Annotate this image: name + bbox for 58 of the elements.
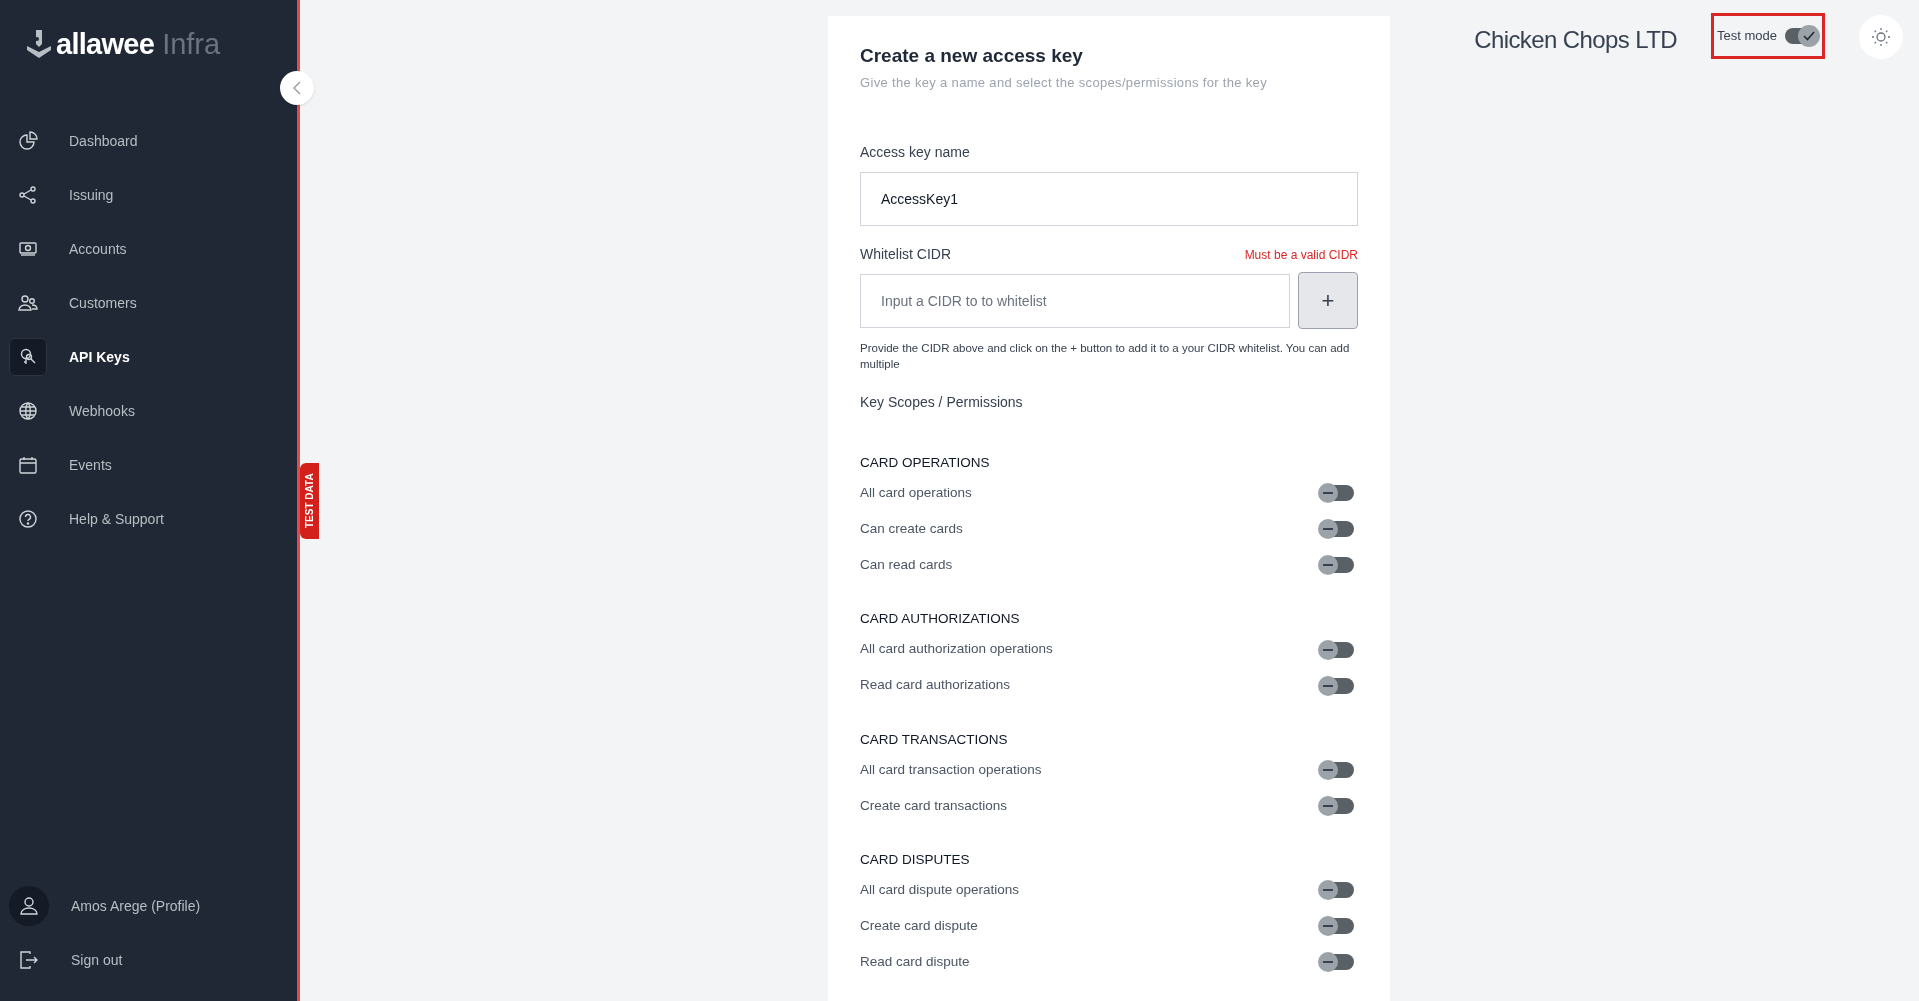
collapse-button[interactable] bbox=[280, 71, 314, 105]
brand-name: allawee bbox=[56, 29, 155, 59]
logo-icon bbox=[26, 28, 52, 60]
scope-toggle[interactable] bbox=[1320, 521, 1354, 538]
nav-item[interactable]: Customers bbox=[0, 276, 297, 330]
scope-label: Read card authorizations bbox=[860, 676, 1011, 695]
scope-label: All card authorization operations bbox=[860, 640, 1053, 659]
avatar-icon bbox=[9, 886, 49, 926]
scope-label: All card dispute operations bbox=[860, 880, 1020, 899]
scope-label: All card operations bbox=[860, 484, 972, 503]
brand-suffix: Infra bbox=[162, 29, 221, 59]
scope-toggle[interactable] bbox=[1320, 797, 1354, 814]
scope-toggle[interactable] bbox=[1320, 918, 1354, 934]
help-text: Provide the CIDR above and click on the + button to add it to a your CIDR whitelist. You can add multiple bbox=[860, 341, 1351, 372]
chevron-left-icon bbox=[292, 81, 302, 95]
error-message: Must be a valid CIDR bbox=[1244, 246, 1358, 264]
add-button[interactable]: + bbox=[1298, 272, 1358, 329]
cidr-field[interactable]: Input a CIDR to to whitelist bbox=[860, 274, 1290, 328]
scope-label: Create card dispute bbox=[860, 916, 978, 935]
theme-button[interactable] bbox=[1859, 15, 1903, 59]
scopes-heading: Key Scopes / Permissions bbox=[860, 393, 1024, 412]
form-subtitle: Give the key a name and select the scopes/permissions for the key bbox=[860, 73, 1268, 92]
profile-link[interactable]: Amos Arege (Profile) bbox=[0, 879, 297, 933]
form-title: Create a new access key bbox=[860, 44, 1084, 68]
nav-item[interactable]: Webhooks bbox=[0, 384, 297, 438]
sign-out-icon bbox=[19, 950, 39, 970]
scope-label: Can read cards bbox=[860, 556, 953, 575]
nav-item[interactable]: Issuing bbox=[0, 168, 297, 222]
nav-item[interactable]: Events bbox=[0, 438, 297, 492]
company-name: Chicken Chops LTD bbox=[1474, 25, 1677, 55]
scope-label: Read card dispute bbox=[860, 952, 970, 971]
scope-label: All card transaction operations bbox=[860, 760, 1042, 779]
scope-toggle[interactable] bbox=[1320, 641, 1354, 658]
field-label: Whitelist CIDR bbox=[860, 245, 951, 264]
scope-label: Can create cards bbox=[860, 520, 963, 539]
sun-icon bbox=[1871, 27, 1891, 47]
scope-toggle[interactable] bbox=[1320, 882, 1354, 898]
scope-toggle[interactable] bbox=[1320, 557, 1354, 574]
section-heading: CARD AUTHORIZATIONS bbox=[860, 610, 1021, 629]
scope-toggle[interactable] bbox=[1320, 677, 1354, 694]
section-heading: CARD DISPUTES bbox=[860, 850, 971, 869]
section-heading: CARD OPERATIONS bbox=[860, 454, 991, 472]
nav-item[interactable]: API Keys bbox=[0, 330, 297, 384]
key-icon bbox=[9, 338, 47, 376]
scope-label: Create card transactions bbox=[860, 796, 1008, 815]
field-label: Access key name bbox=[860, 143, 971, 162]
scope-toggle[interactable] bbox=[1320, 485, 1354, 502]
nav-item[interactable]: Dashboard bbox=[0, 114, 297, 168]
access-key-name-field[interactable]: AccessKey1 bbox=[860, 172, 1358, 226]
test-mode-toggle[interactable] bbox=[1785, 28, 1819, 44]
sign-out-link[interactable]: Sign out bbox=[0, 933, 297, 987]
nav-item[interactable]: Accounts bbox=[0, 222, 297, 276]
section-heading: CARD TRANSACTIONS bbox=[860, 730, 1009, 749]
scope-toggle[interactable] bbox=[1320, 761, 1354, 778]
scope-toggle[interactable] bbox=[1320, 954, 1354, 970]
nav-item[interactable]: Help & Support bbox=[0, 492, 297, 546]
test-mode-label: Test mode bbox=[1717, 27, 1777, 46]
check-icon bbox=[1803, 31, 1815, 41]
